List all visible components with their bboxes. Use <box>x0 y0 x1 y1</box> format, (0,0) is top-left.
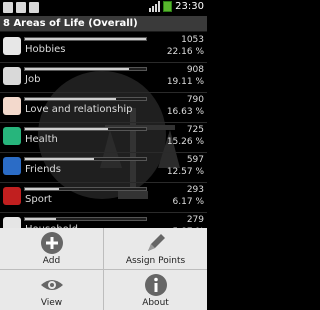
area-percent: 12.57 % <box>166 167 204 177</box>
pencil-icon <box>148 234 165 251</box>
area-row[interactable]: Job 908 19.11 % <box>0 63 207 93</box>
area-name: Sport <box>25 194 52 205</box>
area-row[interactable]: Health 725 15.26 % <box>0 123 207 153</box>
area-count: 293 <box>186 185 204 195</box>
runner-icon <box>3 187 21 205</box>
add-button[interactable]: Add <box>0 228 103 268</box>
add-label: Add <box>42 256 61 266</box>
progress-bar <box>24 187 147 191</box>
signal-icon <box>149 1 161 12</box>
android-icon <box>16 2 26 13</box>
notification-icons <box>3 2 39 13</box>
clock: 23:30 <box>175 1 204 12</box>
eye-icon <box>41 280 63 290</box>
add-icon <box>41 232 63 254</box>
view-label: View <box>40 298 63 308</box>
area-count: 908 <box>186 65 204 75</box>
progress-fill <box>25 128 109 130</box>
progress-fill <box>25 188 59 190</box>
area-percent: 22.16 % <box>166 47 204 57</box>
about-button[interactable]: About <box>104 270 207 310</box>
usb-icon <box>3 2 13 13</box>
progress-fill <box>25 158 94 160</box>
area-count: 790 <box>186 95 204 105</box>
assign-points-label: Assign Points <box>125 256 186 266</box>
progress-fill <box>25 38 146 40</box>
area-name: Friends <box>25 164 61 175</box>
area-row[interactable]: Hobbies 1053 22.16 % <box>0 33 207 63</box>
area-row[interactable]: Sport 293 6.17 % <box>0 183 207 213</box>
area-row[interactable]: Friends 597 12.57 % <box>0 153 207 183</box>
area-row[interactable]: Love and relationship 790 16.63 % <box>0 93 207 123</box>
lips-icon <box>3 97 21 115</box>
area-list: Hobbies 1053 22.16 % Job 908 19.11 % Love and … <box>0 33 207 243</box>
download-icon <box>29 2 39 13</box>
area-count: 1053 <box>181 35 204 45</box>
area-percent: 16.63 % <box>166 107 204 117</box>
area-percent: 15.26 % <box>166 137 204 147</box>
friends-icon <box>3 157 21 175</box>
area-count: 725 <box>186 125 204 135</box>
progress-fill <box>25 68 130 70</box>
area-count: 597 <box>186 155 204 165</box>
area-name: Hobbies <box>25 44 66 55</box>
assign-points-button[interactable]: Assign Points <box>104 228 207 268</box>
progress-bar <box>24 157 147 161</box>
options-menu: Add Assign Points View About <box>0 228 207 310</box>
area-name: Health <box>25 134 58 145</box>
status-bar: 23:30 <box>0 0 207 16</box>
area-name: Love and relationship <box>25 104 133 115</box>
area-percent: 6.17 % <box>172 197 204 207</box>
progress-bar <box>24 67 147 71</box>
shield-icon <box>3 127 21 145</box>
gamepad-icon <box>3 37 21 55</box>
about-label: About <box>142 298 169 308</box>
progress-bar <box>24 37 147 41</box>
progress-fill <box>25 218 57 220</box>
page-title: 8 Areas of Life (Overall) <box>0 16 207 32</box>
progress-bar <box>24 127 147 131</box>
area-count: 279 <box>186 215 204 225</box>
info-icon <box>145 274 167 296</box>
progress-bar <box>24 97 147 101</box>
gear-icon <box>3 67 21 85</box>
progress-bar <box>24 217 147 221</box>
area-percent: 19.11 % <box>166 77 204 87</box>
area-name: Job <box>25 74 41 85</box>
battery-icon <box>163 1 173 12</box>
progress-fill <box>25 98 116 100</box>
view-button[interactable]: View <box>0 270 103 310</box>
